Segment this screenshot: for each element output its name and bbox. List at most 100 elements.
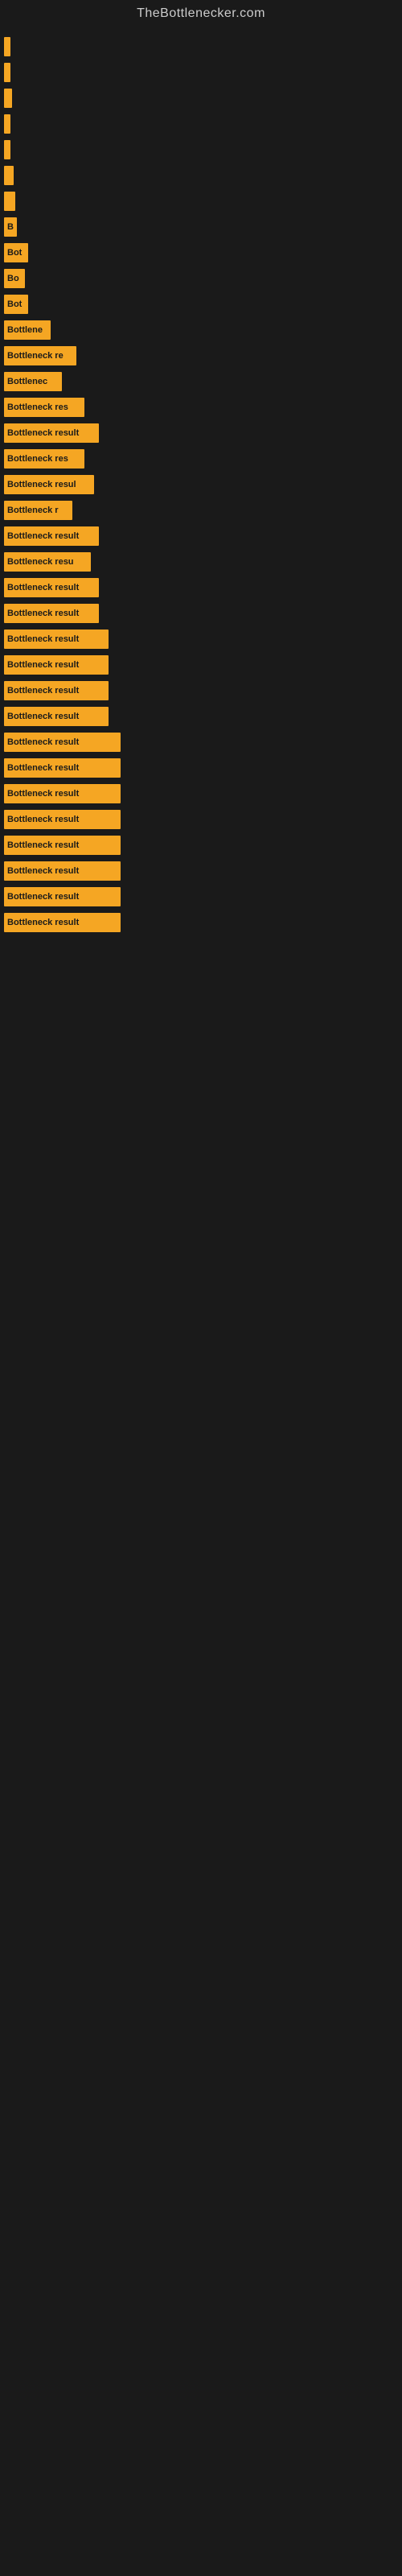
list-item: B — [4, 216, 398, 238]
bottleneck-label: Bottleneck r — [7, 506, 59, 515]
bottleneck-label: Bottleneck result — [7, 918, 79, 927]
bottleneck-label: Bottleneck result — [7, 789, 79, 799]
list-item: Bottleneck result — [4, 731, 398, 753]
bottleneck-bar — [4, 166, 14, 185]
list-item: Bottleneck r — [4, 499, 398, 522]
list-item: Bottleneck result — [4, 705, 398, 728]
list-item: Bottleneck result — [4, 860, 398, 882]
bottleneck-label: Bottleneck result — [7, 531, 79, 541]
bottleneck-label: Bottleneck result — [7, 763, 79, 773]
site-title-wrapper: TheBottlenecker.com — [0, 0, 402, 27]
main-container: B Bot Bo Bot Bottlene Bottleneck re Bottlenec B… — [0, 27, 402, 945]
list-item: Bottleneck re — [4, 345, 398, 367]
list-item: Bottleneck result — [4, 808, 398, 831]
bottleneck-bar: Bottleneck result — [4, 578, 99, 597]
bottleneck-bar: Bottleneck result — [4, 733, 121, 752]
list-item: Bottleneck result — [4, 911, 398, 934]
bottleneck-bar: Bottleneck result — [4, 604, 99, 623]
list-item: Bottleneck result — [4, 422, 398, 444]
bottleneck-label: B — [7, 222, 14, 232]
list-item: Bottleneck result — [4, 679, 398, 702]
bottleneck-bar: Bottleneck r — [4, 501, 72, 520]
list-item: Bot — [4, 293, 398, 316]
bottleneck-label: Bottleneck resul — [7, 480, 76, 489]
list-item: Bottleneck resul — [4, 473, 398, 496]
bottleneck-label: Bottleneck result — [7, 686, 79, 696]
bottleneck-bar: Bottlenec — [4, 372, 62, 391]
bottleneck-bar — [4, 114, 10, 134]
bottleneck-bar: Bottleneck result — [4, 784, 121, 803]
bottleneck-bar: Bot — [4, 295, 28, 314]
bottleneck-bar: Bottleneck re — [4, 346, 76, 365]
bottleneck-bar: Bottleneck resul — [4, 475, 94, 494]
bottleneck-bar: Bottleneck result — [4, 861, 121, 881]
list-item: Bottleneck result — [4, 602, 398, 625]
bottleneck-bar: Bottleneck result — [4, 423, 99, 443]
bottleneck-label: Bottleneck resu — [7, 557, 74, 567]
bottleneck-bar — [4, 37, 10, 56]
list-item — [4, 164, 398, 187]
bottleneck-label: Bottleneck res — [7, 402, 68, 412]
list-item: Bottleneck result — [4, 654, 398, 676]
bottleneck-bar: Bottleneck res — [4, 449, 84, 469]
bottleneck-label: Bottleneck res — [7, 454, 68, 464]
bottleneck-bar: B — [4, 217, 17, 237]
list-item: Bot — [4, 242, 398, 264]
list-item — [4, 190, 398, 213]
bottleneck-label: Bottleneck result — [7, 815, 79, 824]
bottleneck-label: Bottleneck result — [7, 892, 79, 902]
list-item — [4, 35, 398, 58]
bottleneck-bar — [4, 140, 10, 159]
bottleneck-bar: Bottleneck res — [4, 398, 84, 417]
list-item: Bottleneck res — [4, 448, 398, 470]
bottleneck-bar: Bottleneck result — [4, 758, 121, 778]
list-item: Bottleneck result — [4, 886, 398, 908]
list-item: Bottleneck result — [4, 757, 398, 779]
bottleneck-bar: Bot — [4, 243, 28, 262]
site-title: TheBottlenecker.com — [0, 0, 402, 27]
bottleneck-bar: Bottleneck result — [4, 810, 121, 829]
bottleneck-label: Bottlene — [7, 325, 43, 335]
list-item: Bottleneck result — [4, 576, 398, 599]
bottleneck-label: Bottleneck result — [7, 609, 79, 618]
bottleneck-bar: Bottlene — [4, 320, 51, 340]
bottleneck-bar: Bo — [4, 269, 25, 288]
list-item: Bo — [4, 267, 398, 290]
list-item — [4, 61, 398, 84]
bottleneck-label: Bottleneck result — [7, 660, 79, 670]
list-item: Bottleneck result — [4, 782, 398, 805]
list-item: Bottleneck result — [4, 834, 398, 857]
list-item: Bottleneck resu — [4, 551, 398, 573]
list-item: Bottlenec — [4, 370, 398, 393]
bottleneck-label: Bottleneck result — [7, 634, 79, 644]
list-item — [4, 87, 398, 109]
bottleneck-bar: Bottleneck result — [4, 526, 99, 546]
bottleneck-bar — [4, 89, 12, 108]
bottleneck-label: Bottlenec — [7, 377, 47, 386]
list-item: Bottlene — [4, 319, 398, 341]
bottleneck-label: Bottleneck result — [7, 583, 79, 592]
list-item — [4, 113, 398, 135]
bottleneck-label: Bo — [7, 274, 19, 283]
list-item: Bottleneck result — [4, 525, 398, 547]
bottleneck-bar: Bottleneck result — [4, 887, 121, 906]
bottleneck-bar: Bottleneck resu — [4, 552, 91, 572]
bottleneck-label: Bottleneck result — [7, 428, 79, 438]
bottleneck-bar — [4, 63, 10, 82]
list-item: Bottleneck res — [4, 396, 398, 419]
bottleneck-bar: Bottleneck result — [4, 707, 109, 726]
bottleneck-label: Bottleneck result — [7, 712, 79, 721]
bottleneck-bar: Bottleneck result — [4, 630, 109, 649]
bottleneck-label: Bottleneck re — [7, 351, 64, 361]
bottleneck-bar: Bottleneck result — [4, 655, 109, 675]
bottleneck-label: Bottleneck result — [7, 840, 79, 850]
bottleneck-bar: Bottleneck result — [4, 913, 121, 932]
bottleneck-label: Bot — [7, 299, 22, 309]
list-item: Bottleneck result — [4, 628, 398, 650]
bottleneck-label: Bottleneck result — [7, 866, 79, 876]
bottleneck-label: Bot — [7, 248, 22, 258]
list-item — [4, 138, 398, 161]
bottleneck-bar — [4, 192, 15, 211]
bottleneck-label: Bottleneck result — [7, 737, 79, 747]
bottleneck-bar: Bottleneck result — [4, 681, 109, 700]
